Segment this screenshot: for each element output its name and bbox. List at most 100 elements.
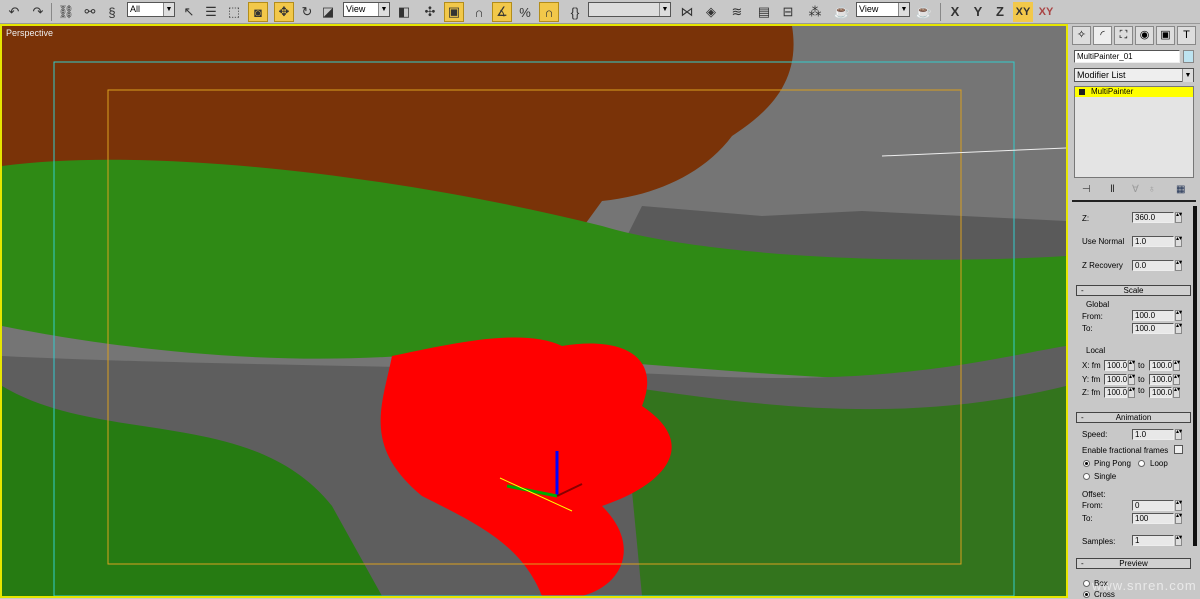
scale-rollout-header[interactable]: - Scale	[1076, 285, 1191, 296]
create-tab-icon[interactable]: ✧	[1072, 26, 1091, 45]
perspective-viewport[interactable]: Perspective	[0, 24, 1068, 598]
show-end-result-icon[interactable]: Ⅱ	[1110, 184, 1115, 195]
scale-to-input[interactable]: 100.0	[1132, 323, 1174, 334]
animation-rollout-header[interactable]: - Animation	[1076, 412, 1191, 423]
fractional-frames-checkbox[interactable]	[1174, 445, 1183, 454]
object-color-swatch[interactable]	[1183, 50, 1194, 63]
panel-scrollbar[interactable]	[1193, 206, 1197, 546]
viewport-label[interactable]: Perspective	[6, 28, 53, 38]
window-crossing-icon[interactable]: ◙	[248, 2, 268, 22]
spinner[interactable]: ▴▾	[1175, 429, 1182, 440]
modify-tab-icon[interactable]: ◜	[1093, 26, 1112, 45]
spinner[interactable]: ▴▾	[1175, 236, 1182, 247]
spinner[interactable]: ▴▾	[1175, 535, 1182, 546]
spinner-snap-icon[interactable]: ∩	[539, 2, 559, 22]
keyboard-shortcut-override-icon[interactable]: ▣	[444, 2, 464, 22]
spinner[interactable]: ▴▾	[1175, 500, 1182, 511]
display-tab-icon[interactable]: ▣	[1156, 26, 1175, 45]
rectangular-selection-icon[interactable]: ⬚	[224, 2, 244, 22]
snaps-toggle-icon[interactable]: ∩	[469, 2, 489, 22]
offset-label: Offset:	[1082, 490, 1106, 499]
scale-from-input[interactable]: 100.0	[1132, 310, 1174, 321]
use-normal-input[interactable]: 1.0	[1132, 236, 1174, 247]
box-radio[interactable]	[1083, 580, 1090, 587]
reference-coordinate-dropdown[interactable]: View ▼	[343, 2, 390, 17]
divider	[1072, 200, 1196, 202]
spinner[interactable]: ▴▾	[1175, 513, 1182, 524]
z-label: Z:	[1082, 214, 1090, 223]
render-setup-icon[interactable]: ☕	[832, 2, 852, 22]
hierarchy-tab-icon[interactable]: ⛶	[1114, 26, 1133, 45]
cross-radio[interactable]	[1083, 591, 1090, 598]
angle-snap-icon[interactable]: ∡	[492, 2, 512, 22]
axis-xy-button[interactable]: XY	[1013, 2, 1033, 22]
pingpong-radio[interactable]	[1083, 460, 1090, 467]
pin-stack-icon[interactable]: ⊣	[1082, 184, 1091, 195]
pingpong-label: Ping Pong	[1094, 459, 1131, 468]
select-link-icon[interactable]: ⛓	[56, 2, 76, 22]
scale-icon[interactable]: ◪	[318, 2, 338, 22]
preview-rollout-header[interactable]: - Preview	[1076, 558, 1191, 569]
spinner[interactable]: ▴▾	[1173, 374, 1180, 385]
selection-filter-dropdown[interactable]: All ▼	[127, 2, 175, 17]
axis-x-button[interactable]: X	[945, 2, 965, 22]
local-x-to-input[interactable]: 100.0	[1149, 360, 1172, 371]
z-recovery-input[interactable]: 0.0	[1132, 260, 1174, 271]
move-icon[interactable]: ✥	[274, 2, 294, 22]
spinner[interactable]: ▴▾	[1173, 360, 1180, 371]
expand-icon[interactable]	[1079, 89, 1085, 95]
select-manipulate-icon[interactable]: ✣	[420, 2, 440, 22]
utilities-tab-icon[interactable]: T	[1177, 26, 1196, 45]
rotate-icon[interactable]: ↻	[297, 2, 317, 22]
local-z-fm-input[interactable]: 100.0	[1104, 387, 1127, 398]
bind-space-warp-icon[interactable]: §	[102, 2, 122, 22]
spinner[interactable]: ▴▾	[1128, 360, 1135, 371]
modifier-list-dropdown[interactable]: Modifier List ▼	[1074, 68, 1194, 82]
stack-item-multipainter[interactable]: MultiPainter	[1075, 87, 1193, 97]
select-by-name-icon[interactable]: ☰	[201, 2, 221, 22]
modifier-list-value: Modifier List	[1077, 70, 1126, 80]
offset-to-input[interactable]: 100	[1132, 513, 1174, 524]
spinner[interactable]: ▴▾	[1173, 387, 1180, 398]
axis-xy-cycle-button[interactable]: XY	[1036, 2, 1056, 22]
curve-editor-icon[interactable]: ▤	[754, 2, 774, 22]
local-y-to-input[interactable]: 100.0	[1149, 374, 1172, 385]
spinner[interactable]: ▴▾	[1175, 260, 1182, 271]
spinner[interactable]: ▴▾	[1128, 374, 1135, 385]
chevron-down-icon: ▼	[378, 3, 389, 16]
spinner[interactable]: ▴▾	[1175, 310, 1182, 321]
edit-named-selection-icon[interactable]: {}	[565, 2, 585, 22]
render-view-dropdown[interactable]: View ▼	[856, 2, 910, 17]
schematic-view-icon[interactable]: ⊟	[778, 2, 798, 22]
select-object-icon[interactable]: ↖	[179, 2, 199, 22]
named-selection-dropdown[interactable]: ▼	[588, 2, 671, 17]
local-y-fm-input[interactable]: 100.0	[1104, 374, 1127, 385]
loop-radio[interactable]	[1138, 460, 1145, 467]
motion-tab-icon[interactable]: ◉	[1135, 26, 1154, 45]
local-x-fm-input[interactable]: 100.0	[1104, 360, 1127, 371]
speed-input[interactable]: 1.0	[1132, 429, 1174, 440]
samples-input[interactable]: 1	[1132, 535, 1174, 546]
layer-manager-icon[interactable]: ≋	[727, 2, 747, 22]
mirror-icon[interactable]: ⋈	[677, 2, 697, 22]
align-icon[interactable]: ◈	[701, 2, 721, 22]
redo-icon[interactable]: ↷	[28, 2, 48, 22]
unlink-icon[interactable]: ⚯	[80, 2, 100, 22]
material-editor-icon[interactable]: ⁂	[805, 2, 825, 22]
configure-modifier-sets-icon[interactable]: ▦	[1176, 184, 1185, 195]
z-rotation-input[interactable]: 360.0	[1132, 212, 1174, 223]
pivot-center-icon[interactable]: ◧	[394, 2, 414, 22]
local-z-to-input[interactable]: 100.0	[1149, 387, 1172, 398]
percent-snap-icon[interactable]: %	[515, 2, 535, 22]
divider	[51, 3, 52, 21]
object-name-input[interactable]: MultiPainter_01	[1074, 50, 1180, 63]
quick-render-icon[interactable]: ☕	[914, 2, 934, 22]
spinner[interactable]: ▴▾	[1175, 323, 1182, 334]
spinner[interactable]: ▴▾	[1128, 387, 1135, 398]
axis-z-button[interactable]: Z	[990, 2, 1010, 22]
axis-y-button[interactable]: Y	[968, 2, 988, 22]
offset-from-input[interactable]: 0	[1132, 500, 1174, 511]
spinner[interactable]: ▴▾	[1175, 212, 1182, 223]
single-radio[interactable]	[1083, 473, 1090, 480]
undo-icon[interactable]: ↶	[4, 2, 24, 22]
